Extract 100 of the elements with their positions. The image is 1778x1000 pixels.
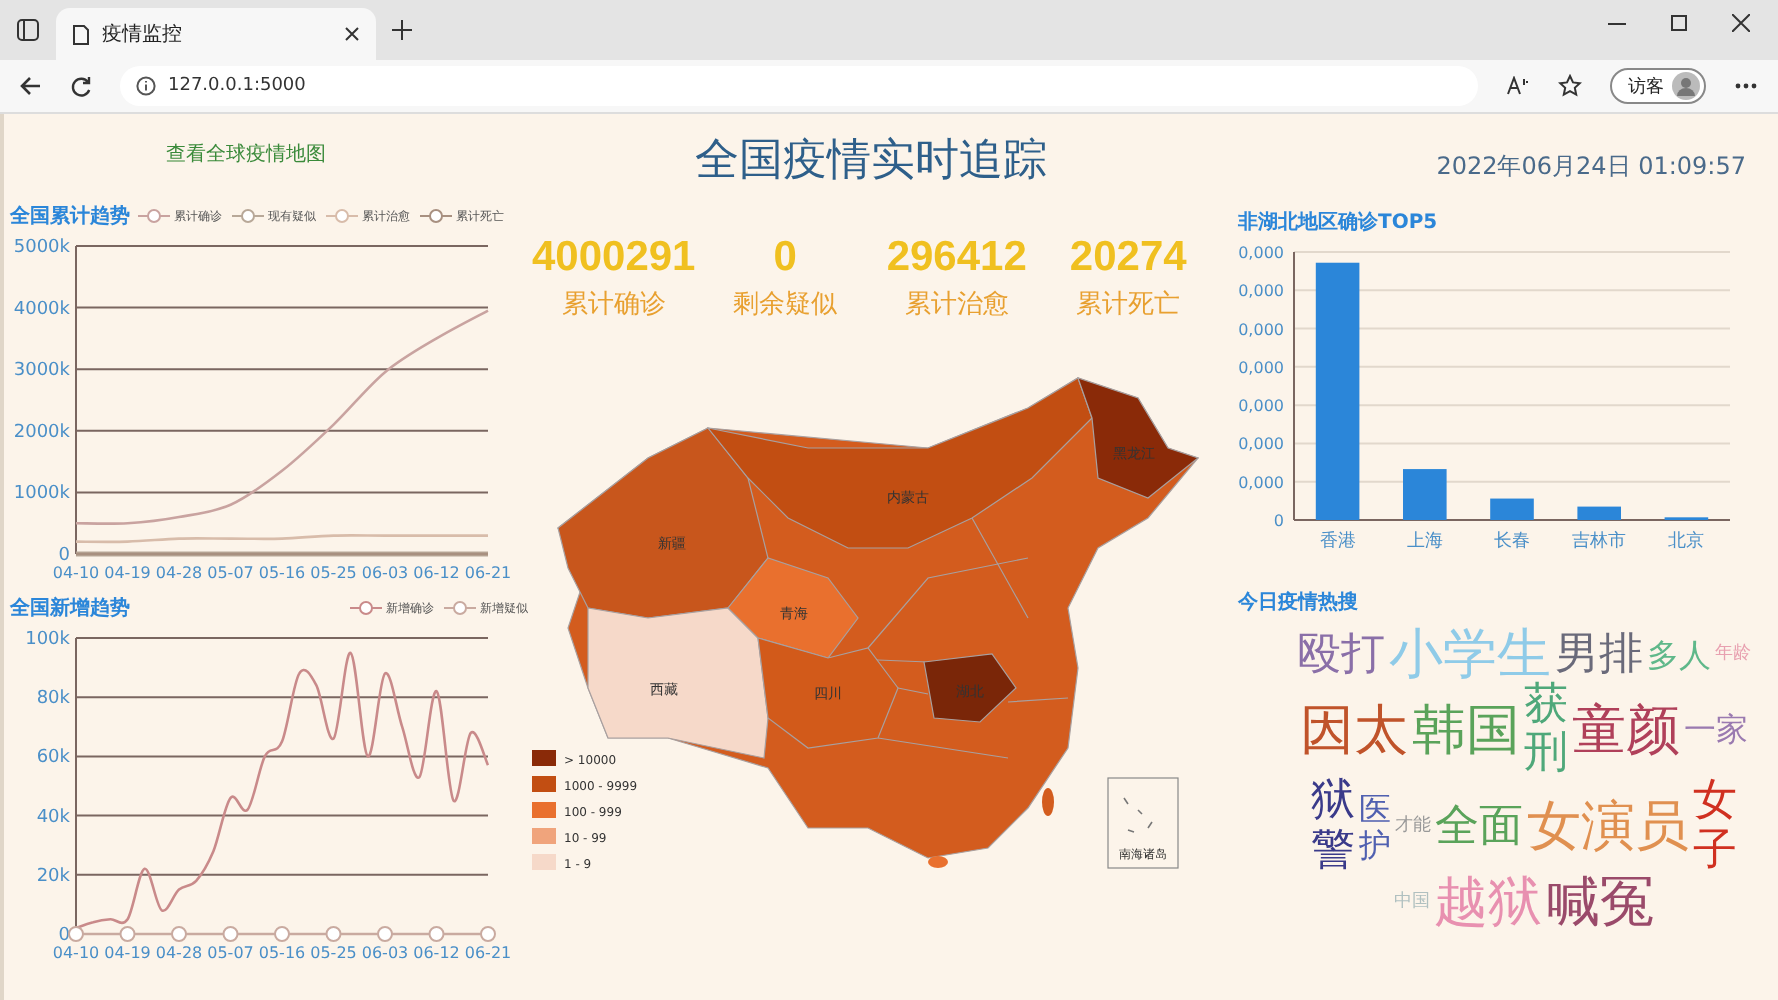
legend-marker-icon[interactable]: [326, 208, 358, 224]
hot-word[interactable]: 才能: [1395, 818, 1431, 837]
address-bar[interactable]: 127.0.0.1:5000: [120, 66, 1478, 106]
axis-label: 4000k: [13, 299, 70, 320]
global-map-link[interactable]: 查看全球疫情地图: [166, 140, 326, 168]
hot-word[interactable]: 一家: [1684, 714, 1748, 747]
data-point: [274, 926, 290, 942]
axis-label: 05-25: [310, 564, 357, 582]
data-point: [428, 926, 445, 942]
axis-label: 香港: [1319, 532, 1356, 552]
bar: [1577, 506, 1621, 520]
hot-word[interactable]: 殴打: [1297, 633, 1385, 677]
chart-title: 全国累计趋势: [10, 203, 130, 230]
axis-label: 2000k: [13, 422, 70, 443]
axis-label: 吉林市: [1572, 532, 1627, 552]
axis-label: 40k: [36, 807, 70, 828]
axis-label: 0,000: [1238, 244, 1284, 262]
close-tab-icon[interactable]: [344, 26, 360, 42]
axis-label: 20k: [36, 866, 70, 887]
stat-label: 累计治愈: [904, 290, 1009, 320]
axis-label: 05-25: [310, 944, 357, 962]
axis-label: 06-12: [413, 564, 460, 582]
info-icon[interactable]: [136, 76, 156, 96]
browser-tab[interactable]: 疫情监控: [56, 8, 376, 60]
islands-drawing: [1123, 797, 1153, 833]
data-point: [119, 926, 136, 942]
profile-button[interactable]: 访客: [1610, 68, 1706, 104]
avatar-icon: [1672, 72, 1700, 100]
chart-title: 全国新增趋势: [10, 594, 130, 622]
stat-value: 0: [771, 234, 799, 282]
hot-word[interactable]: 医护: [1359, 791, 1391, 863]
axis-label: 0,000: [1238, 473, 1284, 492]
axis-label: 0: [1273, 512, 1284, 530]
axis-label: 04-10: [52, 944, 100, 962]
tab-actions-icon[interactable]: [16, 18, 40, 42]
stat-label: 剩余疑似: [733, 290, 838, 320]
axis-label: 04-28: [155, 944, 203, 962]
axis-label: 06-21: [464, 564, 512, 582]
data-point: [222, 926, 239, 942]
bar: [1490, 498, 1534, 520]
axis-label: 05-16: [258, 564, 306, 582]
legend-swatch[interactable]: [532, 854, 556, 870]
legend-marker-icon[interactable]: [444, 600, 476, 616]
stat-value: 296412: [884, 234, 1029, 282]
axis-label: 0,000: [1238, 435, 1284, 454]
hot-word[interactable]: 韩国: [1412, 703, 1520, 758]
axis-label: 长春: [1494, 532, 1530, 552]
stat-value: 4000291: [529, 234, 698, 282]
bar: [1403, 469, 1447, 520]
axis-label: 上海: [1406, 532, 1443, 552]
legend-marker-icon[interactable]: [138, 208, 170, 224]
legend-marker-icon[interactable]: [350, 600, 382, 616]
hot-word[interactable]: 童颜: [1572, 703, 1680, 758]
stat-label: 累计确诊: [561, 290, 666, 320]
axis-label: 04-10: [52, 564, 100, 582]
legend-swatch[interactable]: [532, 802, 556, 818]
maximize-icon[interactable]: [1670, 13, 1688, 31]
axis-label: 100k: [25, 630, 70, 650]
page-icon: [72, 23, 90, 45]
axis-label: 05-16: [258, 944, 306, 962]
axis-label: 04-19: [104, 944, 151, 962]
favorites-icon[interactable]: [1558, 74, 1582, 98]
stat-value: 20274: [1067, 234, 1189, 282]
axis-label: 80k: [36, 689, 70, 710]
data-point: [377, 926, 393, 942]
reload-icon[interactable]: [70, 75, 92, 97]
chart-title: 非湖北地区确诊TOP5: [1236, 209, 1440, 236]
axis-label: 0: [58, 926, 70, 946]
new-tab-icon[interactable]: [392, 20, 412, 40]
dashboard-title: 全国疫情实时追踪: [693, 134, 1049, 190]
hot-word[interactable]: 女子: [1693, 778, 1737, 876]
more-icon[interactable]: [1734, 82, 1758, 90]
legend-swatch[interactable]: [532, 828, 556, 844]
axis-label: 0: [58, 546, 70, 566]
axis-label: 5000k: [13, 238, 70, 258]
legend-marker-icon[interactable]: [420, 208, 452, 224]
hot-word[interactable]: 获刑: [1524, 682, 1568, 779]
legend-swatch[interactable]: [532, 750, 556, 766]
data-point: [171, 926, 187, 942]
legend-marker-icon[interactable]: [232, 208, 264, 224]
hot-word[interactable]: 全面: [1435, 805, 1523, 850]
axis-label: 1000k: [13, 484, 70, 505]
axis-label: 04-19: [104, 564, 151, 582]
hot-word[interactable]: 男排: [1555, 633, 1643, 677]
back-icon[interactable]: [20, 76, 42, 96]
axis-label: 06-12: [413, 944, 460, 962]
hot-word[interactable]: 狱警: [1311, 778, 1355, 876]
datetime: 2022年06月24日 01:09:57: [1436, 150, 1746, 184]
hot-word[interactable]: 因太: [1300, 703, 1408, 758]
axis-label: 06-03: [361, 944, 409, 962]
axis-label: 05-07: [207, 944, 254, 962]
axis-label: 04-28: [155, 564, 203, 582]
legend-swatch[interactable]: [532, 776, 556, 792]
stat-label: 累计死亡: [1076, 290, 1181, 320]
read-aloud-icon[interactable]: [1506, 76, 1530, 96]
close-icon[interactable]: [1732, 13, 1750, 31]
hot-word[interactable]: 喊冤: [1546, 875, 1654, 930]
axis-label: 0,000: [1238, 282, 1284, 301]
axis-label: 3000k: [13, 361, 70, 382]
axis-label: 0,000: [1238, 358, 1284, 377]
